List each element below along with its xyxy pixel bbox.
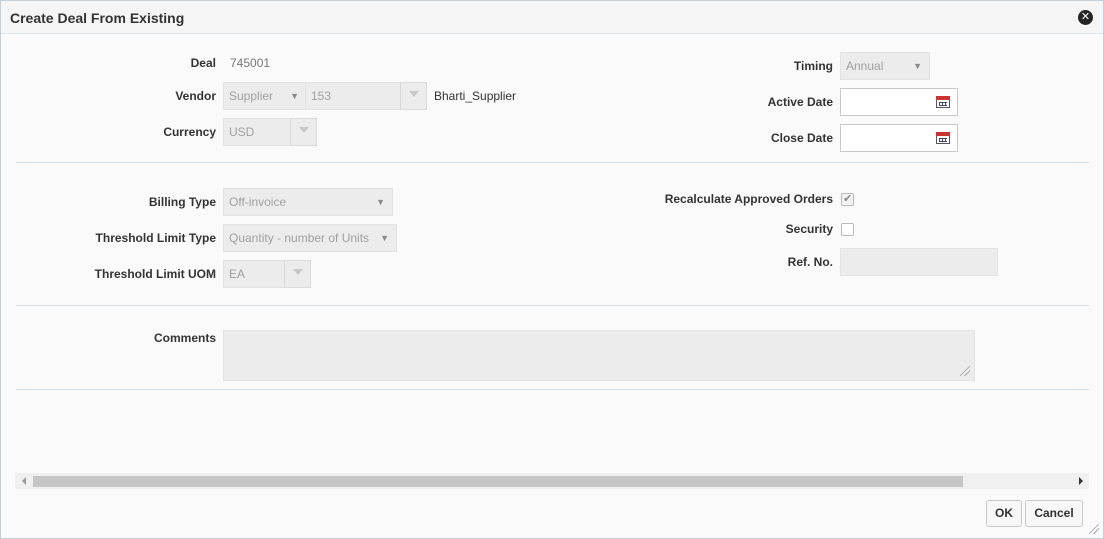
timing-label: Timing [793, 59, 833, 73]
vendor-type-select[interactable]: Supplier ▼ [223, 82, 307, 110]
ok-button[interactable]: OK [986, 500, 1022, 527]
vendor-dropdown-button[interactable] [400, 82, 427, 110]
scrollbar-thumb[interactable] [33, 476, 963, 487]
vendor-id-input[interactable]: 153 [305, 82, 401, 110]
close-date-input[interactable] [840, 124, 958, 152]
vendor-id-value: 153 [311, 89, 332, 103]
section-divider [16, 162, 1089, 163]
currency-value: USD [229, 125, 255, 139]
comments-label: Comments [153, 331, 216, 345]
chevron-down-icon [293, 269, 303, 275]
scroll-left-icon[interactable] [22, 477, 26, 485]
threshold-limit-uom-dropdown-button[interactable] [284, 260, 311, 288]
create-deal-dialog: Create Deal From Existing ✕ Deal 745001 … [0, 0, 1104, 539]
close-icon[interactable]: ✕ [1078, 10, 1093, 25]
comments-textarea[interactable] [223, 330, 975, 381]
threshold-limit-uom-input[interactable]: EA [223, 260, 285, 288]
scroll-right-icon[interactable] [1079, 477, 1083, 485]
resize-grip-icon[interactable] [960, 366, 970, 376]
threshold-limit-uom-label: Threshold Limit UOM [94, 267, 216, 281]
deal-label: Deal [190, 56, 216, 70]
security-checkbox[interactable] [841, 223, 854, 236]
chevron-down-icon [299, 127, 309, 133]
active-date-input[interactable] [840, 88, 958, 116]
security-label: Security [785, 222, 833, 236]
ref-no-label: Ref. No. [787, 255, 833, 269]
section-divider [16, 389, 1089, 390]
currency-input[interactable]: USD [223, 118, 291, 146]
recalculate-approved-orders-checkbox[interactable] [841, 192, 854, 206]
currency-dropdown-button[interactable] [290, 118, 317, 146]
threshold-limit-type-value: Quantity - number of Units [229, 231, 370, 245]
vendor-label: Vendor [175, 89, 216, 103]
billing-type-label: Billing Type [148, 195, 216, 209]
threshold-limit-type-select[interactable]: Quantity - number of Units ▼ [223, 224, 397, 252]
currency-label: Currency [163, 125, 216, 139]
vendor-type-value: Supplier [229, 89, 274, 103]
dialog-titlebar: Create Deal From Existing ✕ [1, 1, 1103, 34]
ref-no-input[interactable] [840, 248, 998, 276]
chevron-down-icon: ▼ [913, 61, 922, 71]
threshold-limit-type-label: Threshold Limit Type [95, 231, 216, 245]
active-date-label: Active Date [767, 95, 833, 109]
close-date-label: Close Date [770, 131, 833, 145]
chevron-down-icon [409, 91, 419, 97]
chevron-down-icon: ▼ [380, 233, 389, 243]
horizontal-scrollbar[interactable] [15, 473, 1089, 489]
deal-value: 745001 [230, 56, 271, 70]
billing-type-value: Off-invoice [229, 195, 287, 209]
billing-type-select[interactable]: Off-invoice ▼ [223, 188, 393, 216]
threshold-limit-uom-value: EA [229, 267, 246, 281]
chevron-down-icon: ▼ [290, 91, 299, 101]
vendor-name: Bharti_Supplier [434, 89, 517, 103]
dialog-resize-grip-icon[interactable] [1089, 524, 1099, 534]
section-divider [16, 305, 1089, 306]
recalculate-approved-orders-label: Recalculate Approved Orders [664, 192, 833, 206]
chevron-down-icon: ▼ [376, 197, 385, 207]
dialog-title: Create Deal From Existing [10, 10, 185, 26]
calendar-icon[interactable] [936, 96, 950, 108]
calendar-icon[interactable] [936, 132, 950, 144]
timing-select[interactable]: Annual ▼ [840, 52, 930, 80]
timing-value: Annual [846, 59, 884, 73]
cancel-button[interactable]: Cancel [1025, 500, 1083, 527]
